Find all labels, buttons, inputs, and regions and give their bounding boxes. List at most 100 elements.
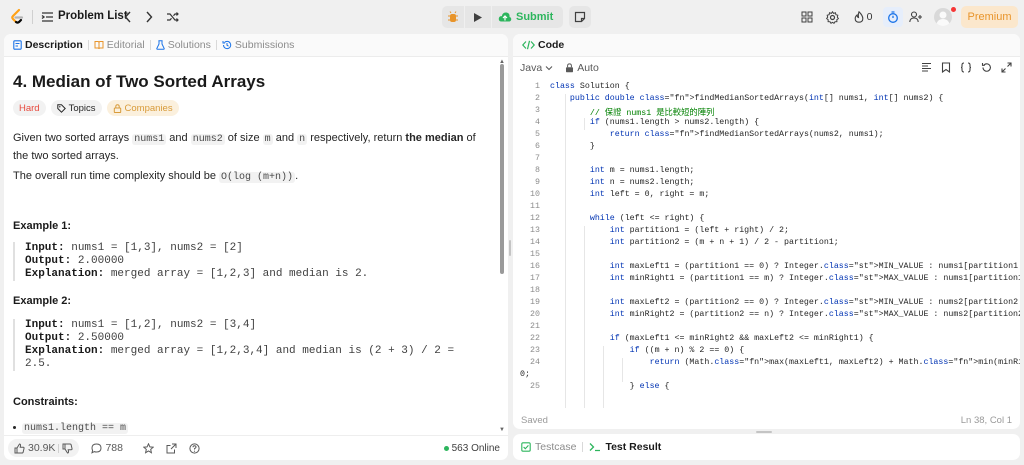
comments-button[interactable]: 788 xyxy=(91,442,123,454)
code-line[interactable]: 1 class Solution { xyxy=(513,82,1020,94)
list-icon[interactable] xyxy=(40,10,54,24)
streak-counter[interactable]: 0 xyxy=(850,10,876,24)
debug-button[interactable] xyxy=(442,6,464,28)
example-1-block: Input: nums1 = [1,3], nums2 = [2] Output… xyxy=(13,242,483,281)
companies-badge[interactable]: Companies xyxy=(106,100,179,116)
avatar[interactable] xyxy=(934,8,952,26)
tab-solutions[interactable]: Solutions xyxy=(151,39,216,51)
share-button[interactable] xyxy=(166,443,177,454)
panel-resize-handle[interactable] xyxy=(756,431,772,433)
code-line[interactable]: 15 xyxy=(513,250,1020,262)
code-line[interactable]: 23 if ((m + n) % 2 == 0) { xyxy=(513,346,1020,358)
tab-editorial[interactable]: Editorial xyxy=(89,39,150,51)
explanation-label: Explanation: xyxy=(25,268,105,280)
code-line[interactable]: 2 public double class="fn">findMedianSor… xyxy=(513,94,1020,106)
panel-resize-handle-vertical[interactable] xyxy=(509,240,511,256)
complexity-code: O(log (m+n)) xyxy=(219,172,296,183)
line-number: 15 xyxy=(530,250,540,259)
result-panel: Testcase Test Result xyxy=(513,434,1020,460)
language-select[interactable]: Java xyxy=(520,62,553,74)
line-code: if (maxLeft1 <= minRight2 && maxLeft2 <=… xyxy=(609,334,874,343)
star-icon xyxy=(142,442,154,454)
run-button[interactable] xyxy=(465,6,491,28)
line-code: int left = 0, right = m; xyxy=(589,190,710,199)
description-icon xyxy=(13,40,22,50)
desc-text: and xyxy=(169,132,188,144)
topics-badge[interactable]: Topics xyxy=(50,100,102,116)
favorite-button[interactable] xyxy=(142,442,154,454)
shuffle-icon[interactable] xyxy=(165,10,179,24)
notes-button[interactable] xyxy=(569,6,592,28)
example-output: 2.00000 xyxy=(77,255,125,267)
reset-icon[interactable] xyxy=(981,62,992,73)
code-line[interactable]: 5 return class="fn">findMedianSortedArra… xyxy=(513,130,1020,142)
tab-test-result[interactable]: Test Result xyxy=(589,441,661,453)
thumbs-up-icon[interactable] xyxy=(14,442,25,454)
code-line[interactable]: 13 int partition1 = (left + right) / 2; xyxy=(513,226,1020,238)
gear-icon[interactable] xyxy=(825,10,839,24)
cursor-position: Ln 38, Col 1 xyxy=(960,414,1012,426)
expand-icon[interactable] xyxy=(1001,62,1012,73)
code-line[interactable]: 0; xyxy=(513,370,1020,382)
description-scrollbar[interactable] xyxy=(500,64,504,274)
leetcode-logo-icon[interactable] xyxy=(8,8,26,26)
code-line[interactable]: 10 int left = 0, right = m; xyxy=(513,190,1020,202)
thumbs-down-icon[interactable] xyxy=(62,443,74,454)
code-editor[interactable]: 1 class Solution {2 public double class="… xyxy=(513,82,1020,408)
history-icon xyxy=(222,40,232,50)
chevron-left-icon[interactable] xyxy=(122,10,134,24)
timer-icon[interactable] xyxy=(883,7,903,27)
chevron-right-icon[interactable] xyxy=(143,10,155,24)
line-number: 18 xyxy=(530,286,540,295)
code-line[interactable]: 16 int maxLeft1 = (partition1 == 0) ? In… xyxy=(513,262,1020,274)
scroll-down-arrow[interactable]: ▼ xyxy=(499,427,505,433)
auto-mode[interactable]: Auto xyxy=(565,62,599,74)
line-number: 25 xyxy=(530,382,540,391)
problem-list-link[interactable]: Problem List xyxy=(58,10,128,22)
tab-code[interactable]: Code xyxy=(517,39,569,51)
input-label: Input: xyxy=(25,242,65,254)
line-number: 19 xyxy=(530,298,540,307)
tab-description[interactable]: Description xyxy=(8,39,88,51)
code-line[interactable]: 11 xyxy=(513,202,1020,214)
layout-grid-icon[interactable] xyxy=(800,10,814,24)
code-line[interactable]: 9 int n = nums2.length; xyxy=(513,178,1020,190)
line-code: int minRight1 = (partition1 == m) ? Inte… xyxy=(609,274,1020,283)
format-icon[interactable] xyxy=(921,62,932,73)
code-line[interactable]: 24 return (Math.class="fn">max(maxLeft1,… xyxy=(513,358,1020,370)
code-line[interactable]: 20 int minRight2 = (partition2 == n) ? I… xyxy=(513,310,1020,322)
line-number: 10 xyxy=(530,190,540,199)
code-line[interactable]: 21 xyxy=(513,322,1020,334)
submit-button[interactable]: Submit xyxy=(492,6,564,28)
tab-submissions[interactable]: Submissions xyxy=(217,39,300,51)
braces-icon[interactable] xyxy=(960,62,972,73)
code-line[interactable]: 22 if (maxLeft1 <= minRight2 && maxLeft2… xyxy=(513,334,1020,346)
code-line[interactable]: 17 int minRight1 = (partition1 == m) ? I… xyxy=(513,274,1020,286)
tab-code-label: Code xyxy=(538,39,565,51)
line-code: while (left <= right) { xyxy=(589,214,705,223)
code-line[interactable]: 19 int maxLeft2 = (partition2 == 0) ? In… xyxy=(513,298,1020,310)
tab-submissions-label: Submissions xyxy=(234,39,295,51)
language-label: Java xyxy=(520,62,543,74)
tab-testcase[interactable]: Testcase xyxy=(521,441,576,453)
code-line[interactable]: 12 while (left <= right) { xyxy=(513,214,1020,226)
code-line[interactable]: 4 if (nums1.length > nums2.length) { xyxy=(513,118,1020,130)
code-line[interactable]: 25 } else { xyxy=(513,382,1020,394)
code-line[interactable]: 8 int m = nums1.length; xyxy=(513,166,1020,178)
bookmark-icon[interactable] xyxy=(941,62,951,73)
line-code: return class="fn">findMedianSortedArrays… xyxy=(609,130,884,139)
code-line[interactable]: 18 xyxy=(513,286,1020,298)
code-line[interactable]: 3 // 保證 nums1 是比較短的陣列 xyxy=(513,106,1020,118)
auto-label: Auto xyxy=(577,62,599,74)
add-friend-icon[interactable] xyxy=(908,10,924,24)
premium-button[interactable]: Premium xyxy=(961,6,1018,28)
lock-icon xyxy=(113,103,121,113)
fire-icon xyxy=(854,11,863,23)
line-number: 16 xyxy=(530,262,540,271)
terminal-icon xyxy=(589,443,601,452)
help-button[interactable] xyxy=(189,442,200,454)
code-line[interactable]: 14 int partition2 = (m + n + 1) / 2 - pa… xyxy=(513,238,1020,250)
code-line[interactable]: 7 xyxy=(513,154,1020,166)
complexity-text: The overall run time complexity should b… xyxy=(13,170,216,182)
code-line[interactable]: 6 } xyxy=(513,142,1020,154)
